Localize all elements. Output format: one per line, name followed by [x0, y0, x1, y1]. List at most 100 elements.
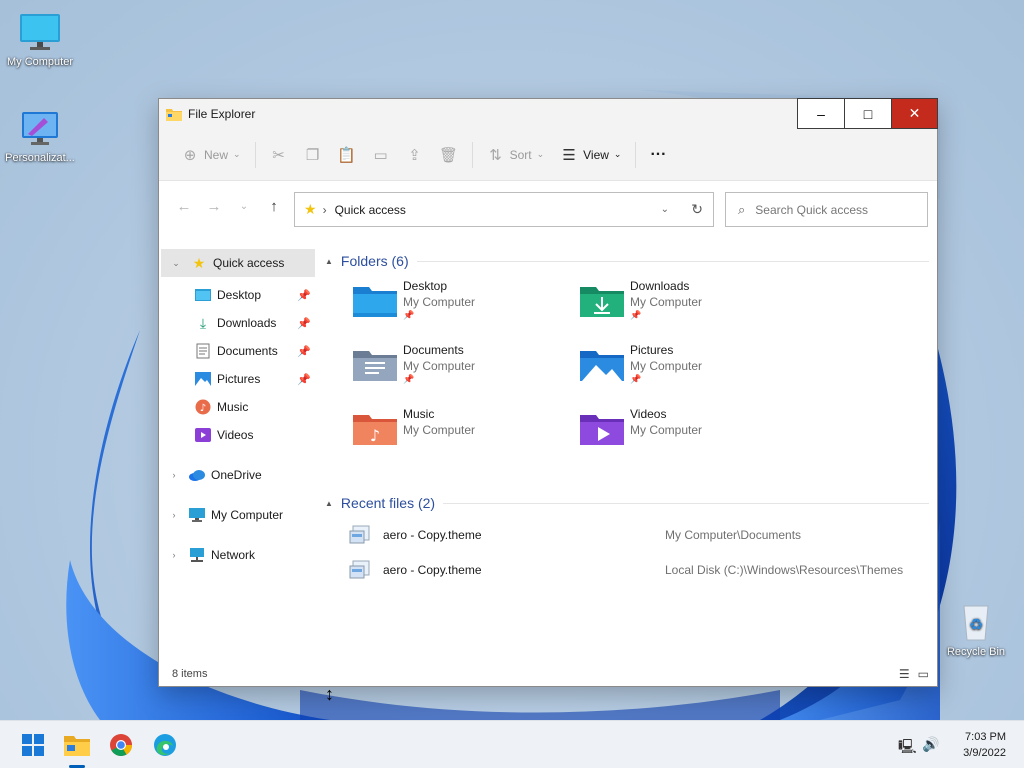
maximize-button[interactable]: □	[844, 98, 891, 129]
folder-desktop[interactable]: Desktop My Computer 📌	[353, 275, 580, 339]
windows-logo-icon	[22, 734, 44, 756]
nav-item-network[interactable]: › Network	[159, 541, 317, 569]
divider	[443, 502, 929, 504]
nav-item-label: My Computer	[211, 508, 284, 522]
star-icon: ★	[304, 201, 317, 217]
nav-item-music[interactable]: ♪ Music	[159, 393, 317, 421]
music-icon: ♪	[195, 399, 211, 415]
pin-icon: 📌	[297, 317, 311, 330]
nav-item-onedrive[interactable]: › OneDrive	[159, 461, 317, 489]
paste-button[interactable]: 📋	[330, 139, 364, 171]
recent-files-list: aero - Copy.theme My Computer\Documents …	[319, 517, 937, 587]
folder-downloads[interactable]: Downloads My Computer 📌	[580, 275, 807, 339]
divider	[254, 141, 256, 168]
divider	[635, 141, 637, 168]
documents-folder-icon	[353, 351, 397, 381]
window-title: File Explorer	[188, 107, 256, 121]
taskbar-file-explorer[interactable]	[62, 730, 92, 760]
content-pane: ▲ Folders (6) Desktop My Computer 📌 Down…	[319, 249, 937, 587]
folder-pictures[interactable]: Pictures My Computer 📌	[580, 339, 807, 403]
refresh-icon[interactable]: ↻	[691, 201, 703, 218]
volume-icon[interactable]: 🔊	[922, 736, 939, 753]
desktop-icon-personalization[interactable]: Personalizat...	[0, 106, 80, 164]
recent-section-header[interactable]: ▲ Recent files (2)	[319, 491, 937, 515]
desktop-icon-label: My Computer	[6, 56, 74, 68]
folder-icon	[64, 736, 90, 756]
minimize-button[interactable]: –	[797, 98, 844, 129]
nav-item-documents[interactable]: Documents 📌	[159, 337, 317, 365]
nav-item-my-computer[interactable]: › My Computer	[159, 501, 317, 529]
chevron-down-icon: ⌄	[172, 257, 180, 268]
new-button[interactable]: ⊕ New ⌄	[173, 139, 249, 171]
clock-time: 7:03 PM	[965, 731, 1006, 743]
desktop-icon-recycle-bin[interactable]: ♻ Recycle Bin	[936, 600, 1016, 658]
nav-item-pictures[interactable]: Pictures 📌	[159, 365, 317, 393]
minimize-icon: –	[817, 105, 825, 122]
address-bar[interactable]: ★ › Quick access ⌄ ↻	[294, 192, 714, 227]
more-icon: ···	[650, 145, 667, 163]
start-button[interactable]	[18, 730, 48, 760]
pin-icon: 📌	[297, 373, 311, 386]
star-icon: ★	[192, 254, 206, 271]
nav-item-label: Downloads	[217, 316, 277, 330]
clock[interactable]: 7:03 PM 3/9/2022	[963, 729, 1006, 761]
recent-file-row[interactable]: aero - Copy.theme Local Disk (C:)\Window…	[319, 552, 937, 587]
folder-name: Downloads	[630, 279, 690, 293]
theme-file-icon	[349, 560, 370, 578]
forward-button[interactable]: →	[199, 198, 229, 215]
network-status-icon[interactable]: 🖳	[898, 736, 917, 760]
up-button[interactable]: ↑	[259, 198, 289, 215]
nav-item-desktop[interactable]: Desktop 📌	[159, 281, 317, 309]
recent-file-path: My Computer\Documents	[665, 527, 802, 542]
recent-locations-button[interactable]: ⌄	[229, 201, 259, 212]
view-label: View	[583, 147, 609, 162]
folder-name: Videos	[630, 407, 667, 421]
copy-button[interactable]: ❐	[296, 139, 330, 171]
rename-button[interactable]: ▭	[364, 139, 398, 171]
folder-videos[interactable]: Videos My Computer	[580, 403, 807, 467]
details-view-icon[interactable]: ☰	[899, 667, 910, 681]
divider	[416, 260, 929, 262]
cut-button[interactable]: ✂	[262, 139, 296, 171]
nav-item-quick-access[interactable]: ⌄ ★ Quick access	[161, 249, 315, 277]
desktop-icon-my-computer[interactable]: My Computer	[0, 10, 80, 68]
folders-section-header[interactable]: ▲ Folders (6)	[319, 249, 937, 273]
taskbar-edge[interactable]	[150, 730, 180, 760]
address-dropdown-icon[interactable]: ⌄	[661, 204, 669, 215]
close-button[interactable]: ✕	[891, 98, 938, 129]
clock-date: 3/9/2022	[963, 747, 1006, 759]
pin-icon: 📌	[403, 310, 415, 320]
back-button[interactable]: ←	[169, 198, 199, 215]
maximize-icon: □	[863, 105, 873, 122]
video-icon	[195, 427, 211, 443]
new-label: New	[204, 147, 229, 162]
music-folder-icon: ♪	[353, 415, 397, 445]
search-placeholder: Search Quick access	[755, 202, 868, 217]
folder-name: Music	[403, 407, 435, 421]
breadcrumb-chevron-icon: ›	[322, 202, 327, 217]
sort-button[interactable]: ⇅ Sort ⌄	[479, 139, 553, 171]
download-icon: ⤓	[199, 314, 207, 331]
taskbar-chrome[interactable]	[106, 730, 136, 760]
title-bar[interactable]: File Explorer – □ ✕	[159, 98, 938, 129]
pin-icon: 📌	[630, 374, 642, 384]
rename-icon: ▭	[373, 146, 388, 164]
folders-header-label: Folders (6)	[340, 253, 409, 269]
more-button[interactable]: ···	[642, 139, 674, 171]
tiles-view-icon[interactable]: ▭	[918, 667, 929, 681]
svg-text:♪: ♪	[370, 426, 380, 445]
nav-item-label: OneDrive	[211, 468, 262, 482]
folder-location: My Computer	[630, 359, 703, 373]
nav-item-videos[interactable]: Videos	[159, 421, 317, 449]
nav-item-downloads[interactable]: ⤓ Downloads 📌	[159, 309, 317, 337]
recent-file-row[interactable]: aero - Copy.theme My Computer\Documents	[319, 517, 937, 552]
folder-documents[interactable]: Documents My Computer 📌	[353, 339, 580, 403]
share-button[interactable]: ⇪	[398, 139, 432, 171]
view-button[interactable]: ☰ View ⌄	[552, 139, 629, 171]
trash-icon: 🗑	[439, 146, 459, 164]
chevron-right-icon: ›	[172, 550, 176, 560]
nav-item-label: Music	[217, 400, 249, 414]
delete-button[interactable]: 🗑	[432, 139, 466, 171]
folder-music[interactable]: ♪ Music My Computer	[353, 403, 580, 467]
search-input[interactable]: ⌕ Search Quick access	[725, 192, 928, 227]
